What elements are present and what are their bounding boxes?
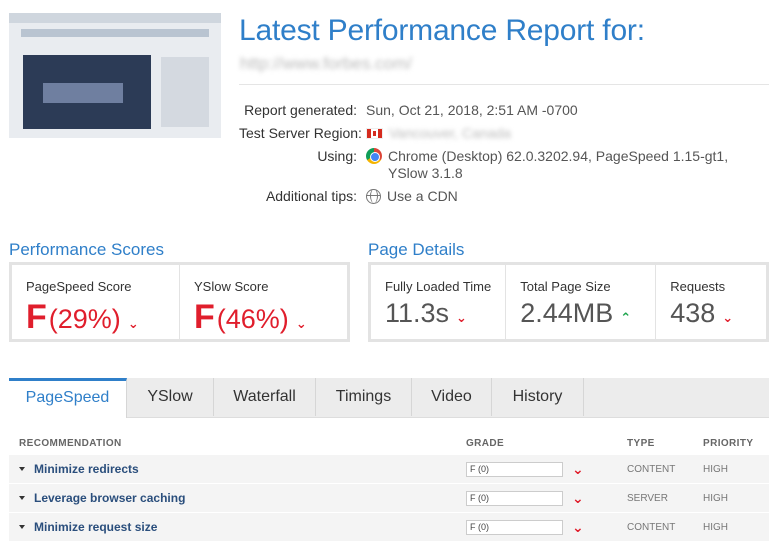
chevron-down-icon: ⌄ — [572, 518, 584, 535]
chevron-down-icon: ⌄ — [722, 310, 734, 325]
chevron-down-icon: ⌄ — [295, 316, 307, 331]
grade-bar: F (0) — [466, 490, 563, 506]
performance-scores-panel: PageSpeed Score F (29%) ⌄ YSlow Score F … — [9, 262, 350, 342]
page-screenshot-thumbnail[interactable] — [9, 13, 221, 138]
thumbnail-nav — [21, 29, 209, 37]
canada-flag-icon — [366, 128, 383, 139]
pagespeed-score-cell[interactable]: PageSpeed Score F (29%) ⌄ — [12, 265, 180, 339]
total-page-size-cell[interactable]: Total Page Size 2.44MB ⌃ — [506, 265, 657, 339]
pagespeed-grade: F — [26, 298, 47, 336]
meta-row-report-generated: Report generated: Sun, Oct 21, 2018, 2:5… — [239, 102, 769, 119]
table-row[interactable]: Leverage browser caching F (0) ⌄ SERVER H… — [9, 483, 769, 512]
total-page-size-label: Total Page Size — [520, 279, 611, 294]
page-details-title: Page Details — [368, 240, 465, 259]
chevron-down-icon: ⌄ — [456, 310, 467, 325]
requests-value: 438 — [670, 298, 716, 328]
recommendation-name[interactable]: Minimize request size — [34, 520, 157, 534]
table-row[interactable]: Minimize request size F (0) ⌄ CONTENT HIG… — [9, 512, 769, 541]
yslow-score-cell[interactable]: YSlow Score F (46%) ⌄ — [180, 265, 347, 339]
grade-bar: F (0) — [466, 519, 563, 535]
tab-video[interactable]: Video — [412, 378, 492, 416]
recommendation-name[interactable]: Leverage browser caching — [34, 491, 185, 505]
report-meta: Report generated: Sun, Oct 21, 2018, 2:5… — [239, 102, 769, 211]
header-recommendation[interactable]: RECOMMENDATION — [9, 438, 466, 449]
recommendation-type: CONTENT — [627, 463, 676, 475]
fully-loaded-time-cell[interactable]: Fully Loaded Time 11.3s ⌄ — [371, 265, 507, 339]
meta-value: Chrome (Desktop) 62.0.3202.94, PageSpeed… — [388, 148, 728, 182]
tested-url[interactable]: http://www.forbes.com/ — [240, 54, 412, 74]
thumbnail-sidebar — [161, 57, 209, 127]
meta-label: Using: — [317, 148, 357, 164]
chevron-down-icon: ⌄ — [572, 489, 584, 506]
meta-value: Sun, Oct 21, 2018, 2:51 AM -0700 — [366, 102, 578, 118]
recommendation-name[interactable]: Minimize redirects — [34, 462, 139, 476]
recommendations-table: RECOMMENDATION GRADE TYPE PRIORITY Minim… — [9, 432, 769, 541]
report-tabs: PageSpeed YSlow Waterfall Timings Video … — [9, 378, 769, 418]
recommendation-priority: HIGH — [703, 521, 728, 533]
table-header: RECOMMENDATION GRADE TYPE PRIORITY — [9, 432, 769, 454]
recommendation-type: CONTENT — [627, 521, 676, 533]
performance-scores-title: Performance Scores — [9, 240, 164, 259]
tab-timings[interactable]: Timings — [316, 378, 412, 416]
recommendation-type: SERVER — [627, 492, 668, 504]
meta-value-line: Chrome (Desktop) 62.0.3202.94, PageSpeed… — [388, 148, 729, 164]
pagespeed-percent: (29%) — [48, 304, 121, 334]
expand-triangle-icon[interactable] — [19, 467, 25, 471]
header-priority[interactable]: PRIORITY — [703, 438, 769, 449]
meta-value-line: YSlow 3.1.8 — [388, 165, 463, 181]
yslow-score-label: YSlow Score — [194, 279, 269, 294]
meta-row-using: Using: Chrome (Desktop) 62.0.3202.94, Pa… — [239, 148, 769, 182]
table-row[interactable]: Minimize redirects F (0) ⌄ CONTENT HIGH — [9, 454, 769, 483]
tips-link[interactable]: Use a CDN — [387, 188, 458, 205]
chevron-down-icon: ⌄ — [572, 460, 584, 477]
page-title: Latest Performance Report for: — [239, 14, 645, 47]
header-grade[interactable]: GRADE — [466, 438, 627, 449]
recommendation-priority: HIGH — [703, 492, 728, 504]
tab-history[interactable]: History — [492, 378, 584, 416]
chrome-icon — [366, 148, 382, 164]
requests-cell[interactable]: Requests 438 ⌄ — [656, 265, 766, 339]
meta-value: Vancouver, Canada — [389, 125, 511, 141]
fully-loaded-time-value: 11.3s — [385, 298, 450, 328]
grade-bar: F (0) — [466, 461, 563, 477]
meta-label: Test Server Region: — [239, 125, 362, 141]
requests-label: Requests — [670, 279, 726, 294]
tab-yslow[interactable]: YSlow — [127, 378, 214, 416]
header-type[interactable]: TYPE — [627, 438, 703, 449]
yslow-grade: F — [194, 298, 215, 336]
meta-label: Additional tips: — [265, 188, 357, 204]
meta-row-server-region: Test Server Region: Vancouver, Canada — [239, 125, 769, 142]
tab-waterfall[interactable]: Waterfall — [214, 378, 316, 416]
chevron-down-icon: ⌄ — [127, 316, 139, 331]
yslow-percent: (46%) — [216, 304, 289, 334]
globe-icon — [366, 189, 381, 204]
fully-loaded-time-label: Fully Loaded Time — [385, 279, 492, 294]
recommendation-priority: HIGH — [703, 463, 728, 475]
tab-pagespeed[interactable]: PageSpeed — [9, 378, 127, 418]
pagespeed-score-label: PageSpeed Score — [26, 279, 132, 294]
meta-label: Report generated: — [244, 102, 357, 118]
chevron-up-icon: ⌃ — [620, 310, 632, 325]
thumbnail-hero-highlight — [43, 83, 123, 103]
page-details-panel: Fully Loaded Time 11.3s ⌄ Total Page Siz… — [368, 262, 769, 342]
expand-triangle-icon[interactable] — [19, 496, 25, 500]
total-page-size-value: 2.44MB — [520, 298, 614, 328]
meta-row-tips: Additional tips: Use a CDN — [239, 188, 769, 205]
thumbnail-browser-bar — [9, 13, 221, 23]
expand-triangle-icon[interactable] — [19, 525, 25, 529]
title-divider — [239, 84, 769, 85]
